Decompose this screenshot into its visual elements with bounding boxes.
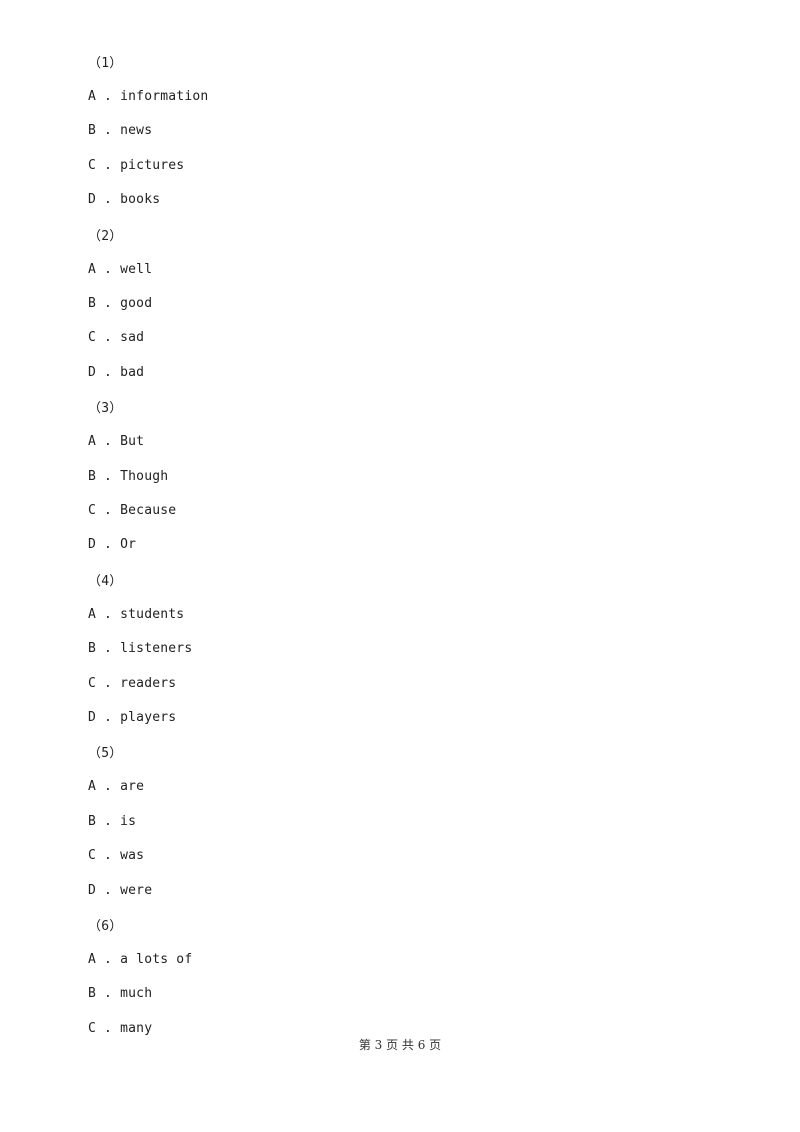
page-footer: 第 3 页 共 6 页: [358, 1038, 442, 1052]
option-letter: D: [88, 192, 97, 208]
question-number: （3）: [88, 401, 123, 417]
option-text: is: [120, 813, 137, 829]
option-b: B . news: [88, 123, 152, 138]
option-a: A . are: [88, 779, 144, 794]
option-text: good: [120, 296, 153, 311]
option-letter: C: [88, 157, 97, 173]
option-c: C . was: [88, 848, 144, 863]
option-a: A . information: [88, 89, 208, 104]
option-text: players: [120, 710, 177, 725]
option-separator: .: [96, 882, 121, 898]
option-text: listeners: [120, 641, 193, 657]
option-letter: B: [88, 813, 97, 829]
option-letter: B: [88, 296, 97, 311]
option-d: D . books: [88, 192, 160, 207]
option-letter: B: [88, 641, 97, 657]
option-separator: .: [96, 468, 121, 484]
option-b: B . good: [88, 296, 152, 311]
option-letter: D: [88, 364, 97, 380]
option-separator: .: [96, 261, 121, 277]
question-number: （4）: [88, 573, 123, 589]
option-separator: .: [96, 157, 121, 173]
option-letter: D: [88, 710, 97, 725]
option-letter: A: [88, 606, 97, 622]
option-letter: C: [88, 675, 97, 691]
option-text: pictures: [120, 157, 185, 173]
option-separator: .: [96, 813, 121, 829]
option-c: C . many: [88, 1021, 152, 1036]
question-number: （6）: [88, 919, 123, 934]
option-text: But: [120, 434, 145, 450]
question-number: （1）: [88, 56, 123, 71]
option-a: A . well: [88, 262, 152, 277]
option-letter: A: [88, 434, 97, 450]
option-d: D . bad: [88, 365, 144, 380]
option-text: many: [120, 1020, 153, 1036]
option-d: D . Or: [88, 537, 136, 552]
option-c: C . pictures: [88, 158, 184, 173]
option-separator: .: [96, 434, 121, 450]
option-letter: B: [88, 123, 97, 139]
option-letter: A: [88, 952, 97, 967]
option-letter: A: [88, 779, 97, 795]
option-text: are: [120, 779, 145, 795]
option-text: Or: [120, 537, 137, 553]
option-letter: C: [88, 848, 97, 864]
option-d: D . players: [88, 710, 176, 725]
option-text: news: [120, 123, 153, 139]
option-b: B . listeners: [88, 641, 192, 656]
option-separator: .: [96, 779, 121, 795]
option-letter: C: [88, 1020, 97, 1036]
option-text: well: [120, 261, 153, 277]
option-letter: A: [88, 89, 97, 104]
option-separator: .: [96, 503, 121, 518]
option-separator: .: [96, 952, 121, 967]
option-separator: .: [96, 537, 121, 553]
option-a: A . students: [88, 607, 184, 622]
option-separator: .: [96, 710, 121, 725]
option-separator: .: [96, 296, 121, 311]
option-separator: .: [96, 848, 121, 864]
option-text: much: [120, 986, 153, 1002]
option-a: A . But: [88, 434, 144, 449]
option-c: C . sad: [88, 330, 144, 345]
option-b: B . is: [88, 814, 136, 829]
option-letter: A: [88, 261, 97, 277]
option-separator: .: [96, 364, 121, 380]
option-text: information: [120, 89, 209, 104]
option-text: was: [120, 848, 145, 864]
option-separator: .: [96, 89, 121, 104]
option-letter: B: [88, 986, 97, 1002]
option-separator: .: [96, 1020, 121, 1036]
option-separator: .: [96, 675, 121, 691]
option-separator: .: [96, 123, 121, 139]
option-text: sad: [120, 330, 145, 346]
question-number: （2）: [88, 228, 123, 244]
option-text: bad: [120, 364, 145, 380]
option-text: books: [120, 192, 161, 208]
option-text: Because: [120, 503, 177, 518]
option-d: D . were: [88, 883, 152, 898]
option-b: B . Though: [88, 469, 168, 484]
option-separator: .: [96, 641, 121, 657]
option-b: B . much: [88, 986, 152, 1001]
option-letter: B: [88, 468, 97, 484]
option-a: A . a lots of: [88, 952, 192, 967]
option-text: Though: [120, 468, 169, 484]
option-c: C . Because: [88, 503, 176, 518]
question-number: （5）: [88, 746, 123, 762]
option-separator: .: [96, 330, 121, 346]
option-letter: C: [88, 503, 97, 518]
option-c: C . readers: [88, 676, 176, 691]
option-letter: C: [88, 330, 97, 346]
option-text: readers: [120, 675, 177, 691]
option-separator: .: [96, 606, 121, 622]
option-letter: D: [88, 882, 97, 898]
option-text: a lots of: [120, 952, 193, 967]
option-text: were: [120, 882, 153, 898]
option-separator: .: [96, 192, 121, 208]
option-separator: .: [96, 986, 121, 1002]
option-letter: D: [88, 537, 97, 553]
option-text: students: [120, 606, 185, 622]
